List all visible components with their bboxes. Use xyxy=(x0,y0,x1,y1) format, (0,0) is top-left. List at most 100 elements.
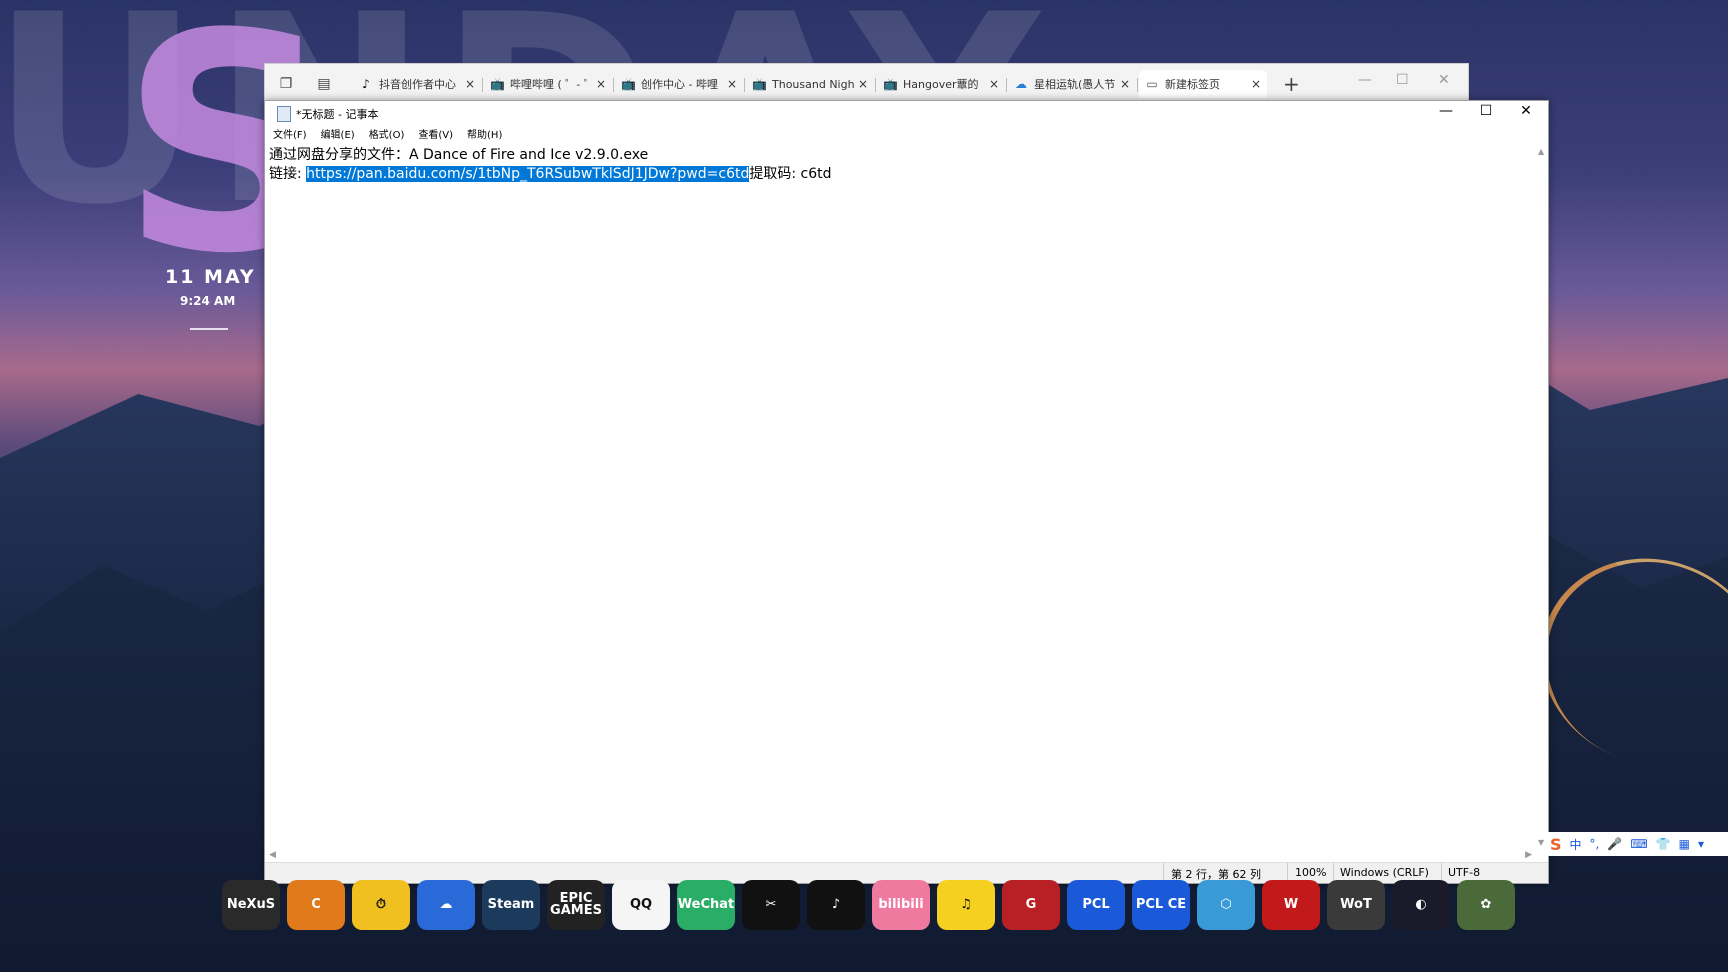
selected-link-text[interactable]: https://pan.baidu.com/s/1tbNp_T6RSubwTkl… xyxy=(306,166,750,182)
status-encoding: UTF-8 xyxy=(1448,866,1481,879)
yellow-timer-app-icon[interactable]: ⏱ xyxy=(352,880,410,930)
ime-lang-toggle[interactable]: 中 xyxy=(1570,836,1582,853)
minimize-icon[interactable]: — xyxy=(1431,103,1461,119)
menu-view[interactable]: 查看(V) xyxy=(410,127,459,145)
workspaces-icon[interactable]: ❐ xyxy=(277,75,295,93)
horizontal-scrollbar[interactable]: ◀ ▶ xyxy=(265,849,1536,863)
notepad-window: *无标题 - 记事本 — ☐ ✕ 文件(F) 编辑(E) 格式(O) 查看(V)… xyxy=(264,100,1549,884)
ime-punctuation-toggle[interactable]: °, xyxy=(1590,837,1600,851)
browser-tab-label: 创作中心 - 哔哩 xyxy=(641,78,718,91)
menu-help[interactable]: 帮助(H) xyxy=(459,127,508,145)
pcl-icon[interactable]: PCL xyxy=(1067,880,1125,930)
cloud-icon: ☁ xyxy=(1015,77,1027,91)
browser-tab[interactable]: 📺 创作中心 - 哔哩 × xyxy=(615,70,743,98)
bilibili-tv-icon: 📺 xyxy=(883,77,898,91)
browser-tab[interactable]: ♪ 抖音创作者中心 × xyxy=(353,70,481,98)
bilibili-tv-icon: 📺 xyxy=(752,77,767,91)
tab-close-icon[interactable]: × xyxy=(725,77,739,91)
wargaming-icon[interactable]: W xyxy=(1262,880,1320,930)
browser-tab[interactable]: 📺 哔哩哔哩 ( ゜- ゜ × xyxy=(484,70,612,98)
red-blue-orb-icon[interactable]: ◐ xyxy=(1392,880,1450,930)
maximize-icon[interactable]: ☐ xyxy=(1471,103,1501,119)
tiktok-app-icon[interactable]: ♪ xyxy=(807,880,865,930)
tiktok-icon: ♪ xyxy=(362,77,370,91)
text-line-1: 通过网盘分享的文件：A Dance of Fire and Ice v2.9.0… xyxy=(269,147,649,163)
browser-tab-label: Hangover蕈的 xyxy=(903,78,979,91)
tab-separator xyxy=(875,78,876,92)
pcl-ce-icon[interactable]: PCL CE xyxy=(1132,880,1190,930)
new-tab-button[interactable]: + xyxy=(1283,72,1300,96)
keyboard-icon[interactable]: ⌨ xyxy=(1630,837,1647,851)
browser-close-icon[interactable]: ✕ xyxy=(1438,72,1450,88)
notepad-app-icon xyxy=(277,106,291,122)
browser-minimize-icon[interactable]: — xyxy=(1358,72,1372,88)
steam-icon[interactable]: Steam xyxy=(482,880,540,930)
tab-close-icon[interactable]: × xyxy=(463,77,477,91)
microphone-icon[interactable]: 🎤 xyxy=(1607,837,1622,851)
scroll-left-icon[interactable]: ◀ xyxy=(269,850,276,860)
capcut-icon[interactable]: ✂ xyxy=(742,880,800,930)
link-prefix: 链接: xyxy=(269,166,307,182)
scroll-up-icon[interactable]: ▲ xyxy=(1538,147,1544,156)
desktop-clock-divider xyxy=(190,328,228,330)
browser-tab[interactable]: ☁ 星相运轨(愚人节 × xyxy=(1008,70,1136,98)
cloud-gear-app-icon[interactable]: ☁ xyxy=(417,880,475,930)
notepad-menu-bar: 文件(F) 编辑(E) 格式(O) 查看(V) 帮助(H) xyxy=(265,127,1548,145)
vertical-scrollbar[interactable]: ▲ ▼ xyxy=(1536,145,1548,849)
tab-separator xyxy=(744,78,745,92)
tab-close-icon[interactable]: × xyxy=(594,77,608,91)
app-dock: NeXuS C ⏱ ☁ Steam EPIC GAMES QQ WeChat ✂ ♪ bilibil… xyxy=(222,880,1515,940)
orange-c-app-icon[interactable]: C xyxy=(287,880,345,930)
sogou-logo-icon[interactable]: S xyxy=(1550,835,1562,854)
tab-close-icon[interactable]: × xyxy=(856,77,870,91)
skin-icon[interactable]: 👕 xyxy=(1656,837,1671,851)
epic-games-icon[interactable]: EPIC GAMES xyxy=(547,880,605,930)
browser-tab-label: 哔哩哔哩 ( ゜- ゜ xyxy=(510,78,594,91)
bilibili-app-icon[interactable]: bilibili xyxy=(872,880,930,930)
browser-tab-label: 星相运轨(愚人节 xyxy=(1034,78,1116,91)
netease-game-icon[interactable]: G xyxy=(1002,880,1060,930)
browser-maximize-icon[interactable]: ☐ xyxy=(1396,72,1409,88)
browser-tab[interactable]: 📺 Thousand Nigh × xyxy=(746,70,874,98)
tab-close-icon[interactable]: × xyxy=(1249,77,1263,91)
world-of-tanks-icon[interactable]: WoT xyxy=(1327,880,1385,930)
wechat-icon[interactable]: WeChat xyxy=(677,880,735,930)
browser-tab-label: 抖音创作者中心 xyxy=(379,78,456,91)
desktop-clock-date: 11 MAY xyxy=(165,266,256,288)
status-zoom: 100% xyxy=(1295,866,1327,879)
vertical-tabs-icon[interactable]: ▤ xyxy=(315,75,333,93)
tab-separator xyxy=(1137,78,1138,92)
tab-separator xyxy=(1006,78,1007,92)
menu-edit[interactable]: 编辑(E) xyxy=(313,127,361,145)
flower-game-icon[interactable]: ✿ xyxy=(1457,880,1515,930)
ime-toolbar: S 中 °, 🎤 ⌨ 👕 ▦ ▾ xyxy=(1546,832,1728,856)
qq-icon[interactable]: QQ xyxy=(612,880,670,930)
text-line-2: 链接: https://pan.baidu.com/s/1tbNp_T6RSub… xyxy=(269,165,1536,184)
notepad-title-bar[interactable]: *无标题 - 记事本 — ☐ ✕ xyxy=(265,101,1548,125)
network-app-icon[interactable]: ⬡ xyxy=(1197,880,1255,930)
ime-more-icon[interactable]: ▾ xyxy=(1698,837,1704,851)
tab-separator xyxy=(482,78,483,92)
grid-menu-icon[interactable]: ▦ xyxy=(1679,837,1690,851)
tab-separator xyxy=(613,78,614,92)
tab-close-icon[interactable]: × xyxy=(987,77,1001,91)
close-icon[interactable]: ✕ xyxy=(1511,103,1541,119)
menu-file[interactable]: 文件(F) xyxy=(265,127,313,145)
tab-close-icon[interactable]: × xyxy=(1118,77,1132,91)
scroll-down-icon[interactable]: ▼ xyxy=(1538,838,1544,847)
bilibili-tv-icon: 📺 xyxy=(621,77,636,91)
notepad-text-area[interactable]: 通过网盘分享的文件：A Dance of Fire and Ice v2.9.0… xyxy=(269,146,1536,849)
notepad-title: *无标题 - 记事本 xyxy=(296,108,379,121)
browser-tab[interactable]: 📺 Hangover蕈的 × xyxy=(877,70,1005,98)
qq-music-icon[interactable]: ♫ xyxy=(937,880,995,930)
status-line-ending: Windows (CRLF) xyxy=(1340,866,1429,879)
menu-format[interactable]: 格式(O) xyxy=(361,127,411,145)
desktop-clock-time: 9:24 AM xyxy=(180,294,236,308)
scroll-right-icon[interactable]: ▶ xyxy=(1525,850,1532,860)
browser-tab-label: Thousand Nigh xyxy=(772,77,855,91)
page-icon: ▭ xyxy=(1146,77,1158,91)
browser-tab[interactable]: ▭ 新建标签页 × xyxy=(1139,70,1267,98)
nexus-icon[interactable]: NeXuS xyxy=(222,880,280,930)
browser-tab-label: 新建标签页 xyxy=(1165,78,1220,91)
extract-code-text: 提取码: c6td xyxy=(749,166,832,182)
